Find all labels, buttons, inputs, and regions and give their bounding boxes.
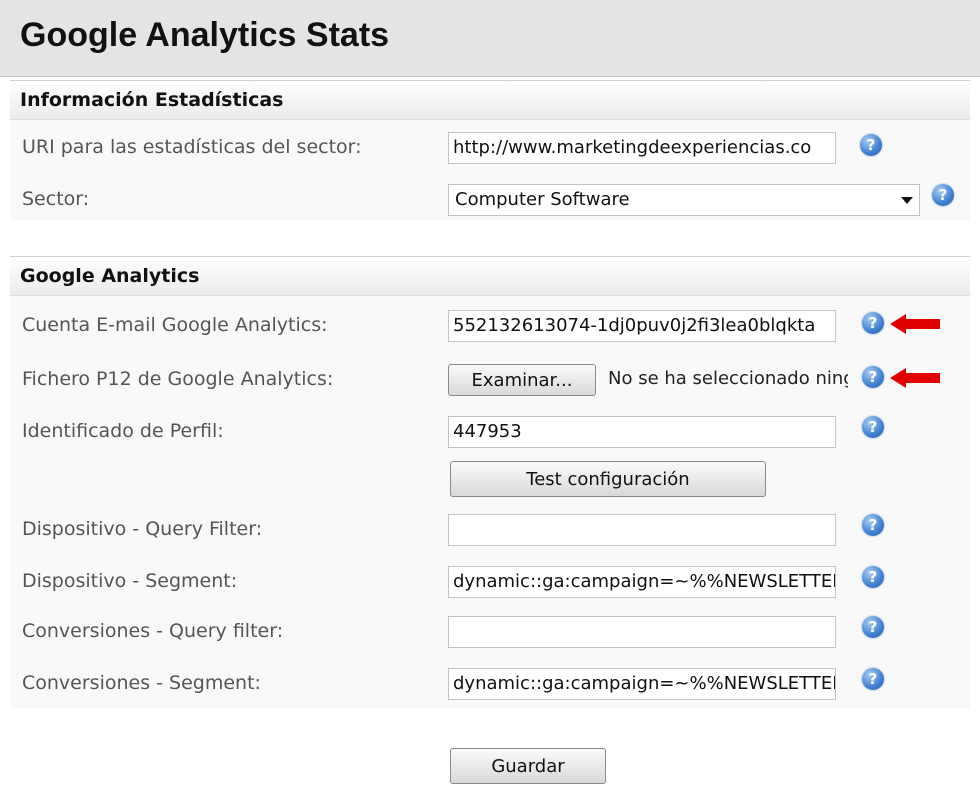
help-icon[interactable]: ? (860, 134, 882, 156)
uri-row: URI para las estadísticas del sector: ht… (10, 132, 970, 168)
p12-row: Fichero P12 de Google Analytics: Examina… (10, 364, 970, 400)
save-button[interactable]: Guardar (450, 748, 606, 784)
red-left-arrow-icon (890, 368, 940, 388)
device-filter-input[interactable] (448, 514, 836, 546)
help-icon[interactable]: ? (862, 312, 884, 334)
help-icon[interactable]: ? (862, 616, 884, 638)
browse-button[interactable]: Examinar... (448, 364, 596, 396)
title-bar: Google Analytics Stats (0, 0, 980, 77)
conv-segment-row: Conversiones - Segment: dynamic::ga:camp… (10, 668, 970, 704)
device-segment-label: Dispositivo - Segment: (22, 570, 238, 592)
sector-select-value: Computer Software (455, 189, 630, 210)
sector-select[interactable]: Computer Software (448, 184, 920, 216)
help-icon[interactable]: ? (862, 514, 884, 536)
email-row: Cuenta E-mail Google Analytics: 55213261… (10, 310, 970, 346)
file-status-text: No se ha seleccionado ningún archivo (608, 368, 848, 389)
profile-label: Identificado de Perfil: (22, 420, 224, 442)
stats-section: Información Estadísticas URI para las es… (10, 80, 970, 220)
help-icon[interactable]: ? (862, 668, 884, 690)
p12-label: Fichero P12 de Google Analytics: (22, 368, 334, 390)
email-input[interactable]: 552132613074-1dj0puv0j2fi3lea0blqkta (448, 310, 836, 342)
sector-label: Sector: (22, 188, 90, 210)
red-left-arrow-icon (890, 314, 940, 334)
help-icon[interactable]: ? (862, 366, 884, 388)
profile-row: Identificado de Perfil: 447953 ? (10, 416, 970, 452)
help-icon[interactable]: ? (862, 566, 884, 588)
sector-row: Sector: Computer Software ? (10, 184, 970, 220)
device-filter-row: Dispositivo - Query Filter: ? (10, 514, 970, 550)
conv-segment-input[interactable]: dynamic::ga:campaign=~%%NEWSLETTER (448, 668, 836, 700)
device-filter-label: Dispositivo - Query Filter: (22, 518, 263, 540)
email-label: Cuenta E-mail Google Analytics: (22, 314, 328, 336)
uri-input[interactable]: http://www.marketingdeexperiencias.co (448, 132, 836, 164)
conv-filter-input[interactable] (448, 616, 836, 648)
stats-section-header: Información Estadísticas (10, 80, 970, 120)
device-segment-row: Dispositivo - Segment: dynamic::ga:campa… (10, 566, 970, 602)
ga-section-header: Google Analytics (10, 256, 970, 296)
ga-section: Google Analytics Cuenta E-mail Google An… (10, 256, 970, 708)
device-segment-input[interactable]: dynamic::ga:campaign=~%%NEWSLETTER (448, 566, 836, 598)
test-config-button[interactable]: Test configuración (450, 461, 766, 497)
conv-segment-label: Conversiones - Segment: (22, 672, 261, 694)
conv-filter-label: Conversiones - Query filter: (22, 620, 284, 642)
chevron-down-icon (901, 197, 913, 204)
profile-input[interactable]: 447953 (448, 416, 836, 448)
help-icon[interactable]: ? (932, 184, 954, 206)
uri-label: URI para las estadísticas del sector: (22, 136, 362, 158)
conv-filter-row: Conversiones - Query filter: ? (10, 616, 970, 652)
page-title: Google Analytics Stats (20, 16, 390, 54)
help-icon[interactable]: ? (862, 416, 884, 438)
